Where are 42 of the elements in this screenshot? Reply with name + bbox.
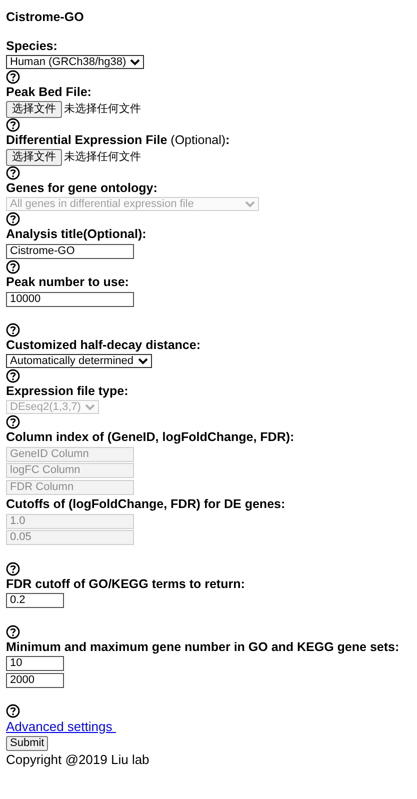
advanced-settings-link[interactable]: Advanced settings: [6, 718, 116, 736]
choose-file-button[interactable]: 选择文件: [6, 100, 62, 118]
chevron-icon: [130, 58, 140, 66]
input-field[interactable]: 0.2: [6, 593, 64, 608]
help-icon[interactable]: [6, 260, 20, 274]
page-title: Cistrome-GO: [6, 9, 84, 25]
help-icon[interactable]: [6, 212, 20, 226]
field-label: Cutoffs of (logFoldChange, FDR) for DE genes:: [6, 496, 286, 512]
field-label: Analysis title(Optional):: [6, 226, 146, 242]
help-icon[interactable]: [6, 415, 20, 429]
dropdown-select[interactable]: Human (GRCh38/hg38): [6, 55, 144, 69]
input-field[interactable]: 10: [6, 656, 64, 671]
field-label: Peak number to use:: [6, 274, 129, 290]
help-icon[interactable]: [6, 323, 20, 337]
chevron-icon: [84, 404, 95, 410]
input-field[interactable]: Cistrome-GO: [6, 244, 134, 258]
file-status: 未选择任何文件: [64, 102, 141, 117]
file-status: 未选择任何文件: [64, 150, 141, 165]
field-label: Genes for gene ontology:: [6, 180, 158, 196]
field-label: FDR cutoff of GO/KEGG terms to return:: [6, 576, 245, 592]
help-icon[interactable]: [6, 70, 20, 84]
help-icon[interactable]: [6, 704, 20, 718]
chevron-icon: [245, 200, 255, 208]
field-label: Column index of (GeneID, logFoldChange, FDR):: [6, 429, 294, 445]
help-icon[interactable]: [6, 369, 20, 383]
help-icon[interactable]: [6, 118, 20, 132]
help-icon[interactable]: [6, 624, 20, 638]
chevron-icon: [138, 358, 148, 364]
field-label: Species:: [6, 38, 58, 54]
submit-button[interactable]: Submit: [6, 736, 48, 751]
help-icon[interactable]: [6, 562, 20, 576]
field-label: Peak Bed File:: [6, 84, 92, 100]
choose-file-button[interactable]: 选择文件: [6, 148, 62, 166]
field-label: Customized half-decay distance:: [6, 337, 200, 353]
copyright-text: Copyright @2019 Liu lab: [6, 751, 150, 769]
field-label: Minimum and maximum gene number in GO and KEGG gene sets:: [6, 638, 400, 654]
field-label: Expression file type:: [6, 383, 128, 399]
input-field[interactable]: 2000: [6, 672, 64, 688]
dropdown-select[interactable]: Automatically determined: [6, 354, 152, 368]
input-field[interactable]: 10000: [6, 292, 134, 306]
help-icon[interactable]: [6, 166, 20, 180]
field-label: Differential Expression File (Optional):: [6, 132, 230, 148]
